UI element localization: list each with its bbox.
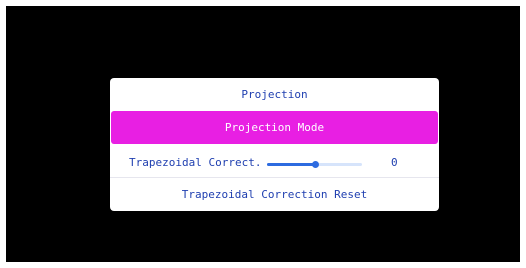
projection-menu: Projection Projection Mode Trapezoidal C… <box>110 78 439 211</box>
trapezoidal-correction-value: 0 <box>391 156 398 169</box>
trapezoidal-correction-reset-item[interactable]: Trapezoidal Correction Reset <box>110 178 439 211</box>
slider-fill <box>267 163 315 166</box>
trapezoidal-correction-row[interactable]: Trapezoidal Correct. 0 <box>110 148 439 177</box>
trapezoidal-correction-label: Trapezoidal Correct. <box>129 156 262 169</box>
menu-title: Projection <box>241 88 308 101</box>
projection-mode-item[interactable]: Projection Mode <box>111 111 438 144</box>
projector-screen: Projection Projection Mode Trapezoidal C… <box>6 6 520 262</box>
slider-knob[interactable] <box>311 161 319 168</box>
trapezoidal-correction-slider[interactable] <box>267 161 362 168</box>
